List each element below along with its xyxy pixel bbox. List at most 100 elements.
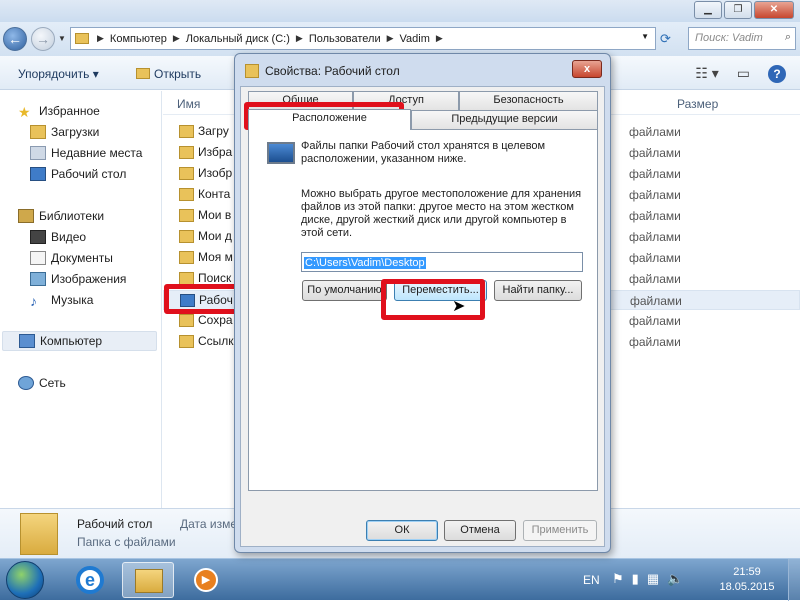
file-name: Избра <box>198 145 233 159</box>
details-date-label: Дата изме <box>180 517 238 531</box>
file-type: файлами <box>629 125 681 139</box>
dialog-title: Свойства: Рабочий стол <box>245 64 400 78</box>
chevron-right-icon[interactable]: ▶ <box>436 33 443 44</box>
clock-date: 18.05.2015 <box>719 581 775 593</box>
folder-icon <box>179 229 194 243</box>
organize-button[interactable]: Упорядочить ▾ <box>18 67 99 81</box>
folder-icon <box>179 208 194 222</box>
folder-icon <box>179 124 194 138</box>
location-info-text: Файлы папки Рабочий стол хранятся в целе… <box>301 140 546 165</box>
music-icon: ♪ <box>30 293 37 309</box>
breadcrumb-disk[interactable]: Локальный диск (C:) <box>186 33 290 45</box>
file-type: файлами <box>629 314 681 328</box>
forward-button[interactable]: → <box>31 27 55 51</box>
language-indicator[interactable]: EN <box>583 573 600 587</box>
refresh-icon[interactable]: ⟳ <box>660 31 671 47</box>
file-name: Мои д <box>198 229 232 243</box>
nav-libraries[interactable]: Библиотеки <box>18 206 178 226</box>
file-type: файлами <box>629 188 681 202</box>
chevron-right-icon[interactable]: ▶ <box>387 33 394 44</box>
open-button[interactable]: Открыть <box>136 67 201 81</box>
nav-video-label: Видео <box>51 230 87 244</box>
clock-time: 21:59 <box>733 566 761 578</box>
path-input[interactable]: C:\Users\Vadim\Desktop <box>301 252 583 272</box>
column-size[interactable]: Размер <box>677 97 718 111</box>
organize-label: Упорядочить <box>18 67 90 81</box>
tab-location[interactable]: Расположение <box>248 109 411 130</box>
file-name: Загру <box>198 124 229 138</box>
folder-icon <box>179 187 194 201</box>
flag-icon[interactable]: ⚑ <box>612 571 624 587</box>
file-type: файлами <box>630 294 682 308</box>
volume-icon[interactable]: 🔈 <box>667 571 683 587</box>
navigation-pane: ★ Избранное Загрузки Недавние места Рабоч… <box>0 91 162 508</box>
file-type: файлами <box>629 272 681 286</box>
close-button[interactable]: ✕ <box>754 1 794 19</box>
folder-icon <box>179 166 194 180</box>
minimize-button[interactable]: ▁ <box>694 1 722 19</box>
restore-default-button[interactable]: По умолчанию <box>302 280 387 301</box>
downloads-folder-icon <box>30 125 46 139</box>
file-name: Конта <box>198 187 231 201</box>
start-button[interactable] <box>6 561 44 599</box>
large-folder-icon <box>20 513 58 555</box>
explorer-icon <box>135 569 163 593</box>
show-desktop-button[interactable] <box>788 559 800 601</box>
file-name: Моя м <box>198 250 233 264</box>
documents-icon <box>30 251 46 265</box>
taskbar-internet-explorer[interactable]: e <box>64 562 116 598</box>
breadcrumb-computer[interactable]: Компьютер <box>110 33 167 45</box>
apply-button[interactable]: Применить <box>523 520 597 541</box>
address-dropdown-icon[interactable]: ▼ <box>641 32 649 41</box>
file-name: Ссылк <box>198 334 234 348</box>
column-name[interactable]: Имя <box>177 97 200 111</box>
maximize-button[interactable]: ❐ <box>724 1 752 19</box>
dialog-close-button[interactable]: x <box>572 60 602 78</box>
search-icon[interactable]: ⌕ <box>785 31 791 44</box>
tab-security[interactable]: Безопасность <box>459 91 598 110</box>
folder-icon <box>179 250 194 264</box>
computer-icon <box>19 334 35 348</box>
chevron-right-icon[interactable]: ▶ <box>296 33 303 44</box>
network-icon <box>18 376 34 390</box>
breadcrumb-vadim[interactable]: Vadim <box>400 33 430 45</box>
search-placeholder: Поиск: Vadim <box>695 32 763 44</box>
nav-favorites[interactable]: ★ Избранное <box>18 101 178 121</box>
libraries-icon <box>18 209 34 223</box>
desktop-icon <box>30 167 46 181</box>
folder-icon <box>179 145 194 159</box>
nav-libraries-label: Библиотеки <box>39 209 105 223</box>
taskbar-media-player[interactable]: ▶ <box>180 562 232 598</box>
file-name: Изобр <box>198 166 233 180</box>
network-icon[interactable]: ▦ <box>647 571 659 587</box>
preview-pane-icon[interactable]: ▭ <box>737 65 750 83</box>
cancel-button[interactable]: Отмена <box>444 520 516 541</box>
help-icon[interactable]: ? <box>768 65 786 83</box>
find-folder-button[interactable]: Найти папку... <box>494 280 582 301</box>
search-input[interactable]: Поиск: Vadim ⌕ <box>688 27 796 50</box>
view-options-icon[interactable]: ☷ ▾ <box>695 65 718 83</box>
nav-computer[interactable]: Компьютер <box>2 331 157 351</box>
folder-icon <box>245 64 259 78</box>
nav-music-label: Музыка <box>51 293 94 307</box>
highlight-move-button <box>381 279 485 320</box>
nav-downloads-label: Загрузки <box>51 125 100 139</box>
chevron-right-icon[interactable]: ▶ <box>97 33 104 44</box>
media-player-icon: ▶ <box>194 568 218 592</box>
folder-icon <box>179 334 194 348</box>
taskbar-explorer[interactable] <box>122 562 174 598</box>
ok-button[interactable]: ОК <box>366 520 438 541</box>
recent-pages-dropdown[interactable]: ▼ <box>58 34 66 43</box>
nav-network[interactable]: Сеть <box>18 373 178 393</box>
folder-icon <box>179 313 194 327</box>
back-button[interactable]: ← <box>3 27 27 51</box>
tab-previous-versions[interactable]: Предыдущие версии <box>411 110 598 129</box>
address-bar[interactable]: ▶ Компьютер ▶ Локальный диск (C:) ▶ Поль… <box>70 27 656 50</box>
nav-network-label: Сеть <box>39 376 66 390</box>
clock[interactable]: 21:59 18.05.2015 <box>712 565 782 595</box>
folder-icon <box>75 33 89 44</box>
breadcrumb-users[interactable]: Пользователи <box>309 33 381 45</box>
power-icon[interactable]: ▮ <box>632 571 639 587</box>
chevron-right-icon[interactable]: ▶ <box>173 33 180 44</box>
file-name: Мои в <box>198 208 232 222</box>
